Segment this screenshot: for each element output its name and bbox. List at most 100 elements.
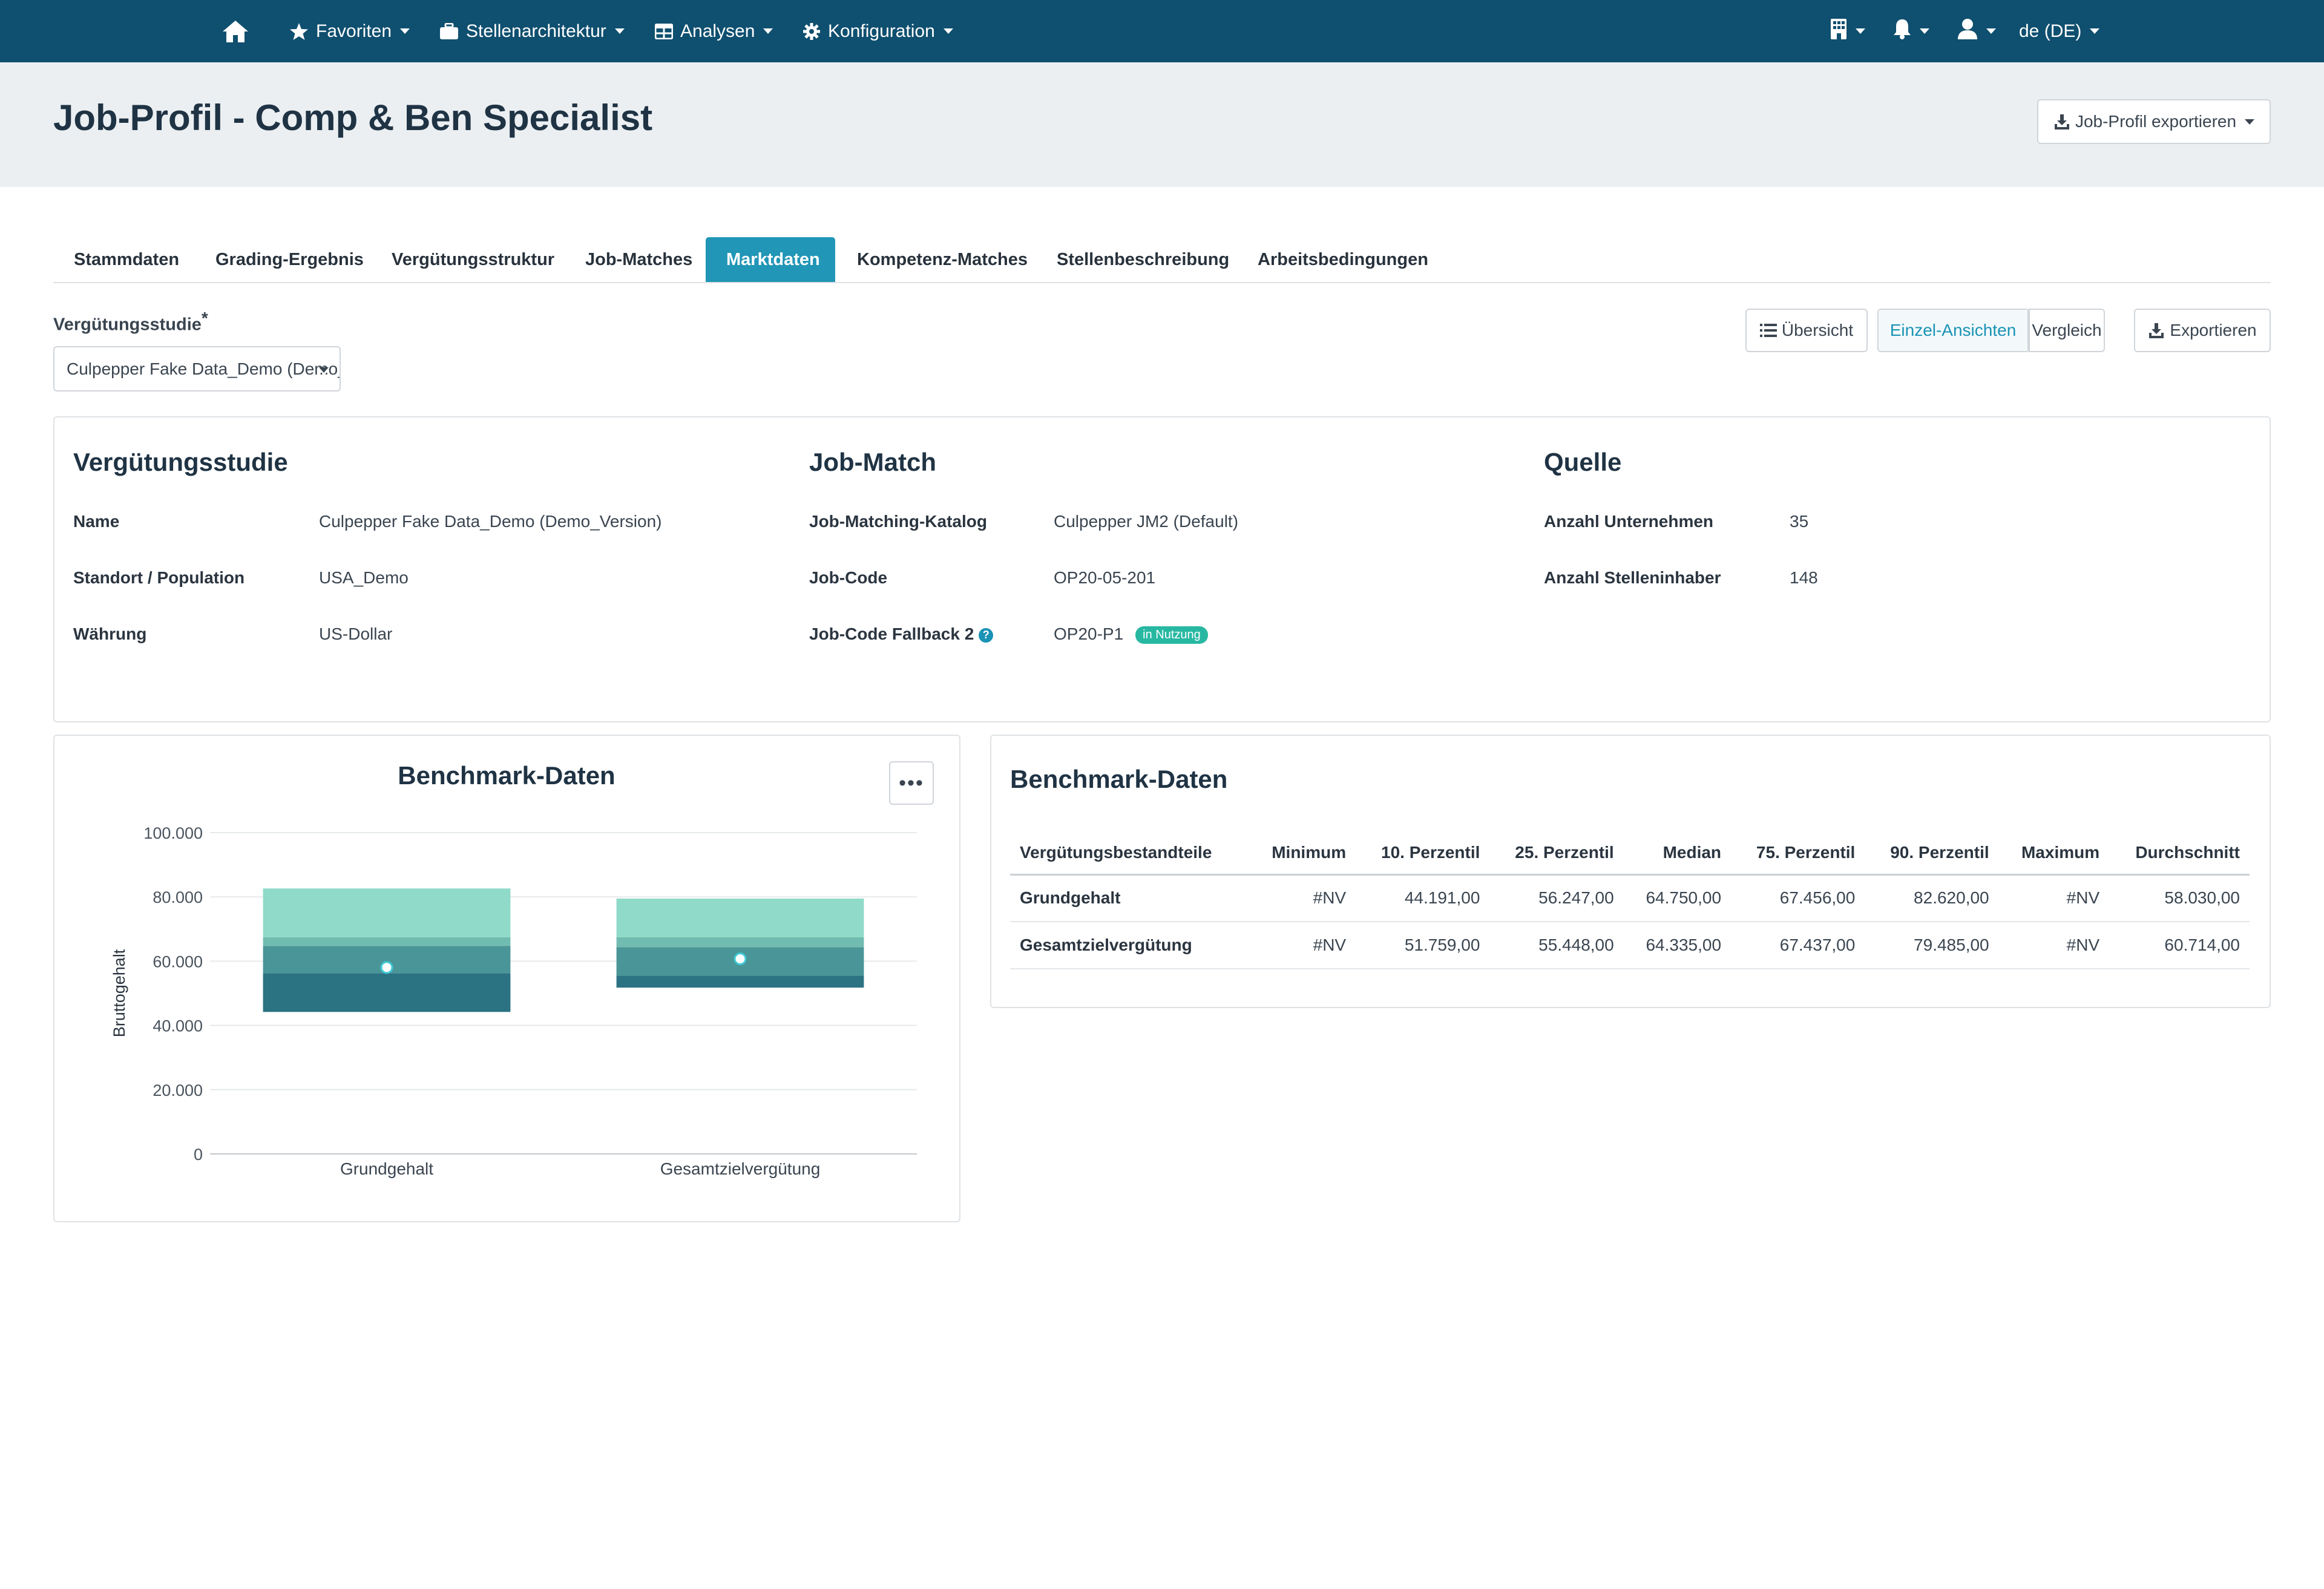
- star-icon: [289, 22, 309, 41]
- col-header: Median: [1623, 832, 1732, 876]
- chevron-down-icon: [319, 367, 329, 373]
- user-icon: [1957, 18, 1978, 45]
- currency-label: Währung: [73, 624, 147, 643]
- tab-marktdaten[interactable]: Marktdaten: [706, 237, 835, 282]
- status-badge: in Nutzung: [1135, 626, 1208, 644]
- gear-icon: [803, 22, 821, 41]
- table-cell: 60.714,00: [2109, 922, 2250, 969]
- tab-stellenbeschreibung[interactable]: Stellenbeschreibung: [1036, 237, 1250, 282]
- col-header: Minimum: [1249, 832, 1356, 876]
- tab-arbeitsbedingungen[interactable]: Arbeitsbedingungen: [1237, 237, 1449, 282]
- overview-button[interactable]: Übersicht: [1745, 309, 1868, 352]
- language-label: de (DE): [2019, 21, 2082, 41]
- table-cell: Gesamtzielvergütung: [1010, 922, 1250, 969]
- table-row: Grundgehalt #NV 44.191,00 56.247,00 64.7…: [1010, 874, 2250, 922]
- nav-konfiguration[interactable]: Konfiguration: [803, 0, 953, 62]
- tab-verguetungsstruktur[interactable]: Vergütungsstruktur: [371, 237, 575, 282]
- view-toggle: Einzel-Ansichten: [1877, 309, 2030, 352]
- chevron-down-icon: [1856, 28, 1865, 34]
- home-icon: [223, 20, 248, 42]
- currency-value: US-Dollar: [319, 624, 393, 643]
- study-name-label: Name: [73, 512, 120, 531]
- table-cell: Grundgehalt: [1010, 874, 1250, 922]
- table-cell: #NV: [1998, 922, 2110, 969]
- population-value: USA_Demo: [319, 568, 409, 587]
- briefcase-icon: [439, 22, 459, 40]
- nav-stellenarchitektur-label: Stellenarchitektur: [466, 21, 606, 41]
- col-header: 75. Perzentil: [1731, 832, 1865, 876]
- tab-grading-ergebnis[interactable]: Grading-Ergebnis: [195, 237, 384, 282]
- table-cell: 64.335,00: [1623, 922, 1732, 969]
- tab-stammdaten[interactable]: Stammdaten: [53, 237, 200, 282]
- chevron-down-icon: [1986, 28, 1996, 34]
- chevron-down-icon: [943, 28, 953, 34]
- catalog-value: Culpepper JM2 (Default): [1054, 512, 1239, 531]
- col-header: Maximum: [1998, 832, 2110, 876]
- tabs-divider: [53, 282, 2271, 283]
- nav-favoriten[interactable]: Favoriten: [289, 0, 410, 62]
- nav-analysen-label: Analysen: [680, 21, 755, 41]
- benchmark-table: Vergütungsbestandteile Minimum 10. Perze…: [1010, 832, 2250, 969]
- table-cell: 67.456,00: [1731, 874, 1865, 922]
- building-icon: [1830, 18, 1847, 45]
- catalog-label: Job-Matching-Katalog: [809, 512, 987, 531]
- col-header: Vergütungsbestandteile: [1010, 832, 1250, 876]
- table-title: Benchmark-Daten: [1010, 765, 1228, 793]
- companies-value: 35: [1790, 512, 1809, 531]
- incumbents-value: 148: [1790, 568, 1818, 587]
- user-menu[interactable]: [1957, 0, 1996, 62]
- table-cell: 58.030,00: [2109, 874, 2250, 922]
- notifications-menu[interactable]: [1893, 0, 1929, 62]
- chart-menu-button[interactable]: •••: [889, 761, 934, 805]
- overview-label: Übersicht: [1781, 321, 1854, 339]
- col-header: Durchschnitt: [2109, 832, 2250, 876]
- export-button[interactable]: Exportieren: [2134, 309, 2271, 352]
- study-section-title: Vergütungsstudie: [73, 448, 288, 476]
- compare-button[interactable]: Vergleich: [2029, 309, 2105, 352]
- job-match-section-title: Job-Match: [809, 448, 936, 476]
- language-menu[interactable]: de (DE): [2019, 0, 2100, 62]
- table-cell: #NV: [1249, 874, 1356, 922]
- nav-konfiguration-label: Konfiguration: [828, 21, 935, 41]
- study-select-label: Vergütungsstudie*: [53, 309, 208, 335]
- table-cell: 67.437,00: [1731, 922, 1865, 969]
- chart-title: Benchmark-Daten: [398, 761, 615, 790]
- home-button[interactable]: [222, 0, 249, 62]
- export-job-profile-label: Job-Profil exportieren: [2075, 112, 2237, 131]
- help-icon[interactable]: ?: [979, 627, 994, 643]
- source-section-title: Quelle: [1544, 448, 1622, 476]
- list-icon: [1759, 324, 1777, 337]
- study-select[interactable]: Culpepper Fake Data_Demo (Demo_Version): [53, 346, 341, 392]
- download-icon: [2149, 323, 2164, 338]
- nav-analysen[interactable]: Analysen: [655, 0, 773, 62]
- table-header-row: Vergütungsbestandteile Minimum 10. Perze…: [1010, 832, 2250, 876]
- chevron-down-icon: [2245, 119, 2255, 125]
- table-cell: 51.759,00: [1356, 922, 1490, 969]
- table-cell: 56.247,00: [1489, 874, 1624, 922]
- export-job-profile-button[interactable]: Job-Profil exportieren: [2037, 99, 2271, 144]
- nav-stellenarchitektur[interactable]: Stellenarchitektur: [439, 0, 625, 62]
- single-view-button[interactable]: Einzel-Ansichten: [1879, 310, 2029, 351]
- compare-label: Vergleich: [2032, 321, 2102, 339]
- table-cell: #NV: [1249, 922, 1356, 969]
- export-label: Exportieren: [2170, 321, 2257, 339]
- tab-kompetenz-matches[interactable]: Kompetenz-Matches: [836, 237, 1048, 282]
- ellipsis-icon: •••: [899, 771, 924, 794]
- table-cell: 44.191,00: [1356, 874, 1490, 922]
- table-cell: 79.485,00: [1865, 922, 1999, 969]
- chevron-down-icon: [763, 28, 773, 34]
- company-menu[interactable]: [1830, 0, 1865, 62]
- required-mark: *: [201, 309, 208, 327]
- table-icon: [655, 23, 673, 39]
- table-cell: 82.620,00: [1865, 874, 1999, 922]
- col-header: 90. Perzentil: [1865, 832, 1999, 876]
- bell-icon: [1893, 19, 1911, 44]
- tab-job-matches[interactable]: Job-Matches: [565, 237, 713, 282]
- job-code-label: Job-Code: [809, 568, 888, 587]
- page-title: Job-Profil - Comp & Ben Specialist: [53, 97, 653, 138]
- chevron-down-icon: [400, 28, 410, 34]
- chart-card: [53, 735, 960, 1222]
- chevron-down-icon: [1920, 28, 1929, 34]
- fallback-label: Job-Code Fallback 2?: [809, 624, 994, 644]
- job-code-value: OP20-05-201: [1054, 568, 1156, 587]
